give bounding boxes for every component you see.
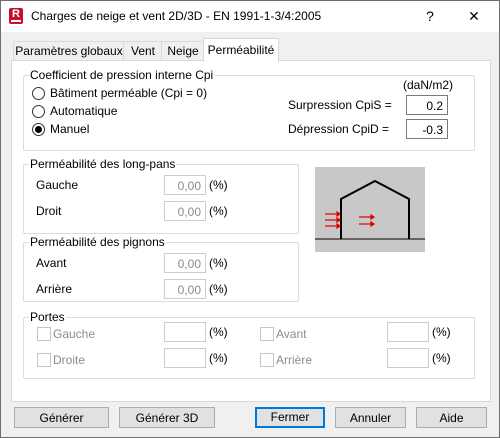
portes-droite-unit: (%): [209, 351, 228, 365]
radio-manuel-label[interactable]: Manuel: [50, 122, 89, 136]
radio-manuel[interactable]: [32, 123, 45, 136]
pignons-arriere-unit: (%): [209, 282, 228, 296]
portes-droite-checkbox[interactable]: [37, 353, 51, 367]
generer-button[interactable]: Générer: [14, 407, 109, 428]
portes-gauche-label: Gauche: [53, 327, 96, 341]
title-bar: R Charges de neige et vent 2D/3D - EN 19…: [1, 1, 499, 32]
pignons-arriere-label: Arrière: [36, 282, 73, 296]
help-icon[interactable]: ?: [419, 6, 441, 26]
cpi-unit: (daN/m2): [403, 78, 454, 92]
portes-arriere-label: Arrière: [276, 353, 313, 367]
portes-gauche-checkbox[interactable]: [37, 327, 51, 341]
pignons-arriere-input[interactable]: 0,00: [164, 279, 206, 299]
radio-automatique-label[interactable]: Automatique: [50, 104, 117, 118]
portes-droite-input[interactable]: [164, 348, 206, 368]
long-pans-gauche-unit: (%): [209, 178, 228, 192]
portes-avant-checkbox[interactable]: [260, 327, 274, 341]
portes-arriere-checkbox[interactable]: [260, 353, 274, 367]
tab-panel-permeabilite: Coefficient de pression interne Cpi (daN…: [11, 60, 491, 402]
portes-droite-label: Droite: [53, 353, 86, 367]
long-pans-gauche-input[interactable]: 0,00: [164, 175, 206, 195]
annuler-button[interactable]: Annuler: [335, 407, 406, 428]
window-title: Charges de neige et vent 2D/3D - EN 1991…: [31, 9, 322, 23]
pignons-group-title: Perméabilité des pignons: [29, 235, 166, 249]
portes-avant-input[interactable]: [387, 322, 429, 342]
long-pans-group-title: Perméabilité des long-pans: [29, 157, 177, 171]
app-logo-icon: R: [9, 8, 23, 24]
radio-selected-dot: [35, 126, 42, 133]
portes-arriere-unit: (%): [432, 351, 451, 365]
radio-batiment-permeable-label[interactable]: Bâtiment perméable (Cpi = 0): [50, 86, 207, 100]
radio-batiment-permeable[interactable]: [32, 87, 45, 100]
long-pans-gauche-label: Gauche: [36, 178, 79, 192]
surpression-label: Surpression CpiS =: [288, 98, 392, 112]
building-diagram: [315, 167, 425, 252]
pignons-avant-unit: (%): [209, 256, 228, 270]
portes-arriere-input[interactable]: [387, 348, 429, 368]
pignons-avant-label: Avant: [36, 256, 67, 270]
house-wind-illustration: [315, 179, 425, 240]
pignons-avant-input[interactable]: 0,00: [164, 253, 206, 273]
tab-vent[interactable]: Vent: [123, 41, 163, 61]
tab-neige[interactable]: Neige: [161, 41, 205, 61]
long-pans-droit-label: Droit: [36, 204, 62, 218]
tab-permeabilite[interactable]: Perméabilité: [203, 38, 279, 62]
portes-avant-label: Avant: [276, 327, 307, 341]
generer-3d-button[interactable]: Générer 3D: [119, 407, 215, 428]
long-pans-droit-input[interactable]: 0,00: [164, 201, 206, 221]
surpression-input[interactable]: 0.2: [406, 95, 448, 115]
depression-label: Dépression CpiD =: [288, 122, 390, 136]
fermer-button[interactable]: Fermer: [255, 407, 325, 428]
close-icon[interactable]: ✕: [463, 6, 485, 26]
portes-gauche-unit: (%): [209, 325, 228, 339]
aide-button[interactable]: Aide: [416, 407, 487, 428]
cpi-group-title: Coefficient de pression interne Cpi: [29, 68, 215, 82]
long-pans-group: [23, 164, 299, 234]
radio-automatique[interactable]: [32, 105, 45, 118]
tab-parametres-globaux[interactable]: Paramètres globaux: [13, 41, 125, 61]
long-pans-droit-unit: (%): [209, 204, 228, 218]
dialog-window: R Charges de neige et vent 2D/3D - EN 19…: [0, 0, 500, 438]
portes-avant-unit: (%): [432, 325, 451, 339]
depression-input[interactable]: -0.3: [406, 119, 448, 139]
portes-gauche-input[interactable]: [164, 322, 206, 342]
portes-group-title: Portes: [29, 310, 66, 324]
